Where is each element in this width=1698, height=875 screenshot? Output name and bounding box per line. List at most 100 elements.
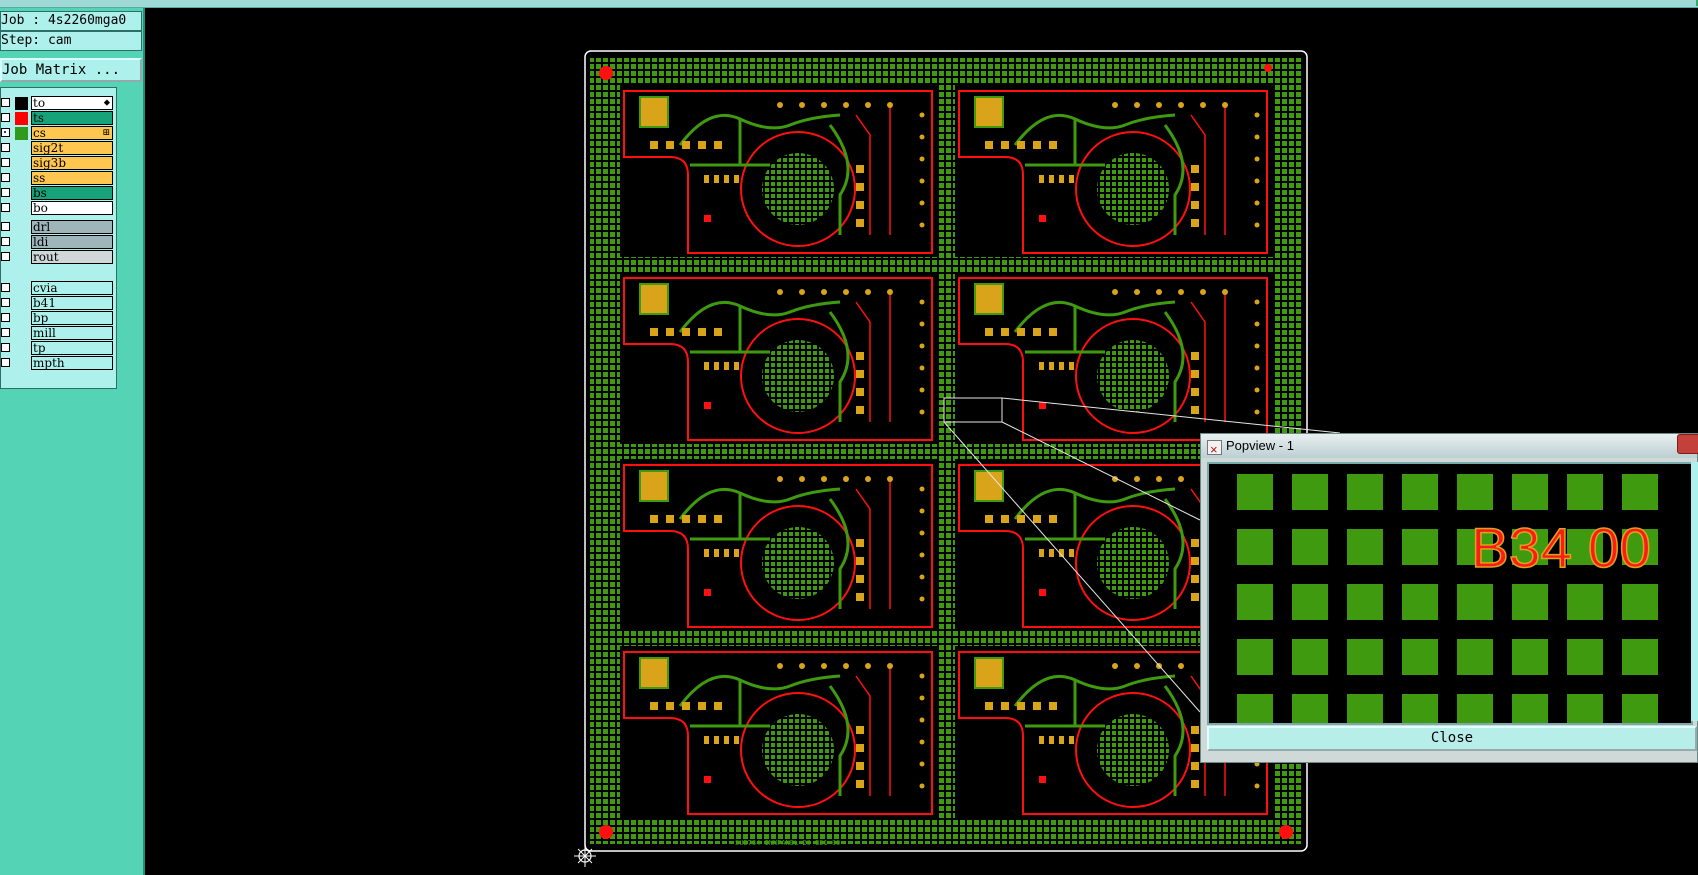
smd-pad bbox=[698, 702, 706, 710]
via bbox=[843, 102, 849, 108]
via bbox=[887, 289, 893, 295]
test-pad bbox=[1039, 776, 1046, 783]
via bbox=[1112, 289, 1118, 295]
via bbox=[1254, 134, 1260, 140]
smd-pad bbox=[1191, 539, 1199, 547]
smd-pad bbox=[1049, 702, 1057, 710]
via bbox=[919, 695, 925, 701]
via bbox=[1156, 102, 1162, 108]
smd-pad bbox=[1001, 515, 1009, 523]
smd-pad bbox=[1049, 362, 1054, 370]
via bbox=[1134, 289, 1140, 295]
via bbox=[821, 663, 827, 669]
via bbox=[865, 102, 871, 108]
via bbox=[1134, 102, 1140, 108]
pcb-unit bbox=[955, 272, 1273, 444]
smd-pad bbox=[682, 702, 690, 710]
large-pad bbox=[974, 470, 1004, 502]
zoomed-marking-text: B34 00 bbox=[1471, 516, 1651, 579]
smd-pad bbox=[666, 702, 674, 710]
smd-pad bbox=[856, 726, 864, 734]
smd-pad bbox=[698, 141, 706, 149]
zoomed-pad bbox=[1457, 584, 1493, 620]
via bbox=[821, 476, 827, 482]
smd-pad bbox=[1033, 328, 1041, 336]
large-pad bbox=[974, 657, 1004, 689]
large-pad bbox=[974, 96, 1004, 128]
smd-pad bbox=[1191, 744, 1199, 752]
zoomed-pad bbox=[1237, 474, 1273, 510]
smd-pad bbox=[1059, 736, 1064, 744]
smd-pad bbox=[856, 593, 864, 601]
fiducial-top-right bbox=[1264, 64, 1272, 72]
via bbox=[919, 530, 925, 536]
smd-pad bbox=[714, 141, 722, 149]
via bbox=[1254, 387, 1260, 393]
smd-pad bbox=[1039, 549, 1044, 557]
zoomed-pad bbox=[1622, 694, 1658, 723]
zoomed-pad bbox=[1402, 529, 1438, 565]
ring-fill bbox=[1097, 340, 1169, 412]
smd-pad bbox=[650, 328, 658, 336]
zoomed-pad bbox=[1402, 639, 1438, 675]
window-close-icon[interactable] bbox=[1677, 434, 1698, 454]
smd-pad bbox=[1059, 175, 1064, 183]
smd-pad bbox=[666, 141, 674, 149]
smd-pad bbox=[1039, 175, 1044, 183]
zoomed-pad bbox=[1292, 529, 1328, 565]
smd-pad bbox=[714, 175, 719, 183]
via bbox=[1178, 289, 1184, 295]
popview-zoom-view[interactable]: B34 00 bbox=[1207, 462, 1693, 725]
via bbox=[1112, 663, 1118, 669]
smd-pad bbox=[856, 352, 864, 360]
via bbox=[919, 200, 925, 206]
zoomed-pad bbox=[1512, 474, 1548, 510]
smd-pad bbox=[698, 515, 706, 523]
via bbox=[919, 409, 925, 415]
via bbox=[1254, 156, 1260, 162]
smd-pad bbox=[714, 515, 722, 523]
popview-titlebar[interactable]: Popview - 1 bbox=[1201, 434, 1698, 462]
smd-pad bbox=[1049, 549, 1054, 557]
via bbox=[865, 476, 871, 482]
zoomed-pad bbox=[1292, 584, 1328, 620]
test-pad bbox=[1039, 402, 1046, 409]
test-pad bbox=[704, 776, 711, 783]
via bbox=[1254, 200, 1260, 206]
via bbox=[865, 663, 871, 669]
large-pad bbox=[639, 657, 669, 689]
via bbox=[919, 178, 925, 184]
popview-close-button[interactable]: Close bbox=[1207, 726, 1697, 751]
test-pad bbox=[704, 402, 711, 409]
smd-pad bbox=[698, 328, 706, 336]
popview-title: Popview - 1 bbox=[1226, 438, 1294, 453]
smd-pad bbox=[682, 515, 690, 523]
smd-pad bbox=[734, 362, 739, 370]
ring-fill bbox=[1097, 527, 1169, 599]
via bbox=[777, 476, 783, 482]
smd-pad bbox=[714, 702, 722, 710]
smd-pad bbox=[1017, 141, 1025, 149]
smd-pad bbox=[1191, 183, 1199, 191]
smd-pad bbox=[1033, 702, 1041, 710]
via bbox=[919, 343, 925, 349]
smd-pad bbox=[1069, 175, 1074, 183]
via bbox=[919, 112, 925, 118]
via bbox=[1254, 343, 1260, 349]
via bbox=[1254, 222, 1260, 228]
smd-pad bbox=[1049, 328, 1057, 336]
smd-pad bbox=[704, 362, 709, 370]
zoomed-pad bbox=[1457, 639, 1493, 675]
smd-pad bbox=[1017, 328, 1025, 336]
smd-pad bbox=[734, 736, 739, 744]
test-pad bbox=[704, 215, 711, 222]
smd-pad bbox=[1191, 165, 1199, 173]
smd-pad bbox=[985, 515, 993, 523]
smd-pad bbox=[1191, 575, 1199, 583]
ring-fill bbox=[762, 527, 834, 599]
via bbox=[1200, 289, 1206, 295]
via bbox=[799, 663, 805, 669]
via bbox=[919, 761, 925, 767]
zoomed-pad bbox=[1292, 639, 1328, 675]
smd-pad bbox=[856, 557, 864, 565]
